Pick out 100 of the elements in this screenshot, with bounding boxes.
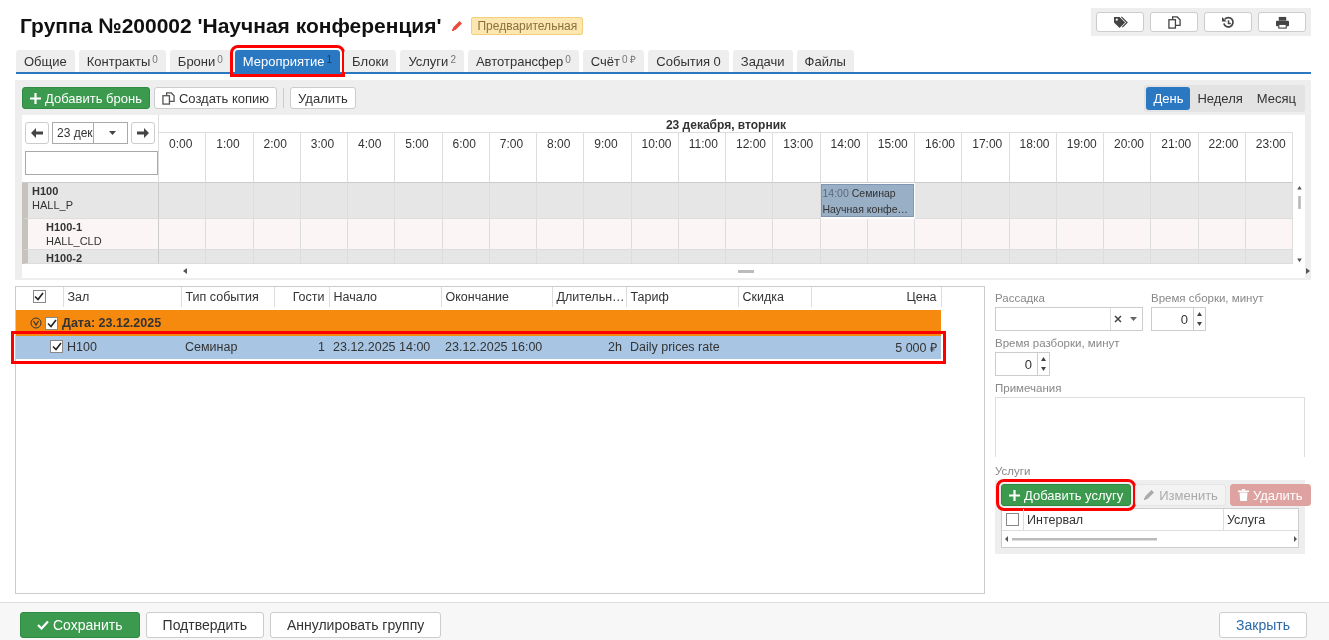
time-slot[interactable] — [1104, 219, 1152, 250]
time-slot[interactable] — [1056, 183, 1104, 219]
time-slot[interactable] — [442, 250, 490, 264]
print-button[interactable] — [1258, 12, 1306, 32]
time-slot[interactable] — [206, 219, 254, 250]
checkbox[interactable] — [45, 316, 58, 330]
copy-button[interactable] — [1150, 12, 1198, 32]
filter-field[interactable] — [25, 151, 158, 175]
time-slot[interactable] — [537, 219, 585, 250]
time-slot[interactable] — [915, 183, 963, 219]
time-slot[interactable] — [348, 250, 396, 264]
time-slot[interactable] — [206, 250, 254, 264]
time-slot[interactable] — [1104, 250, 1152, 264]
checkbox[interactable] — [32, 290, 46, 304]
footer-button[interactable]: Подтвердить — [145, 611, 264, 638]
time-slot[interactable] — [631, 219, 679, 250]
time-slot[interactable] — [678, 250, 726, 264]
time-slot[interactable] — [348, 219, 396, 250]
collapse-icon[interactable] — [30, 317, 42, 330]
checkbox[interactable] — [50, 340, 63, 354]
next-day-button[interactable] — [131, 122, 155, 144]
time-slot[interactable] — [395, 219, 443, 250]
time-slot[interactable] — [489, 183, 537, 219]
time-slot[interactable] — [1245, 219, 1293, 250]
horizontal-scrollbar[interactable] — [182, 267, 1312, 275]
column-header[interactable]: Услуга — [1224, 509, 1298, 530]
spinner-arrows-icon[interactable] — [1040, 355, 1047, 373]
time-slot[interactable] — [1009, 219, 1057, 250]
time-slot[interactable] — [678, 219, 726, 250]
add-booking-button[interactable]: Добавить бронь — [22, 87, 150, 109]
time-slot[interactable] — [1151, 219, 1199, 250]
time-slot[interactable] — [962, 219, 1010, 250]
time-slot[interactable] — [442, 183, 490, 219]
tab[interactable]: Общие — [16, 50, 75, 72]
room-label[interactable]: H100 HALL_P — [22, 183, 159, 219]
column-header[interactable]: Интервал — [1024, 509, 1224, 530]
time-slot[interactable] — [159, 250, 207, 264]
time-slot[interactable] — [1245, 183, 1293, 219]
time-slot[interactable] — [584, 183, 632, 219]
time-slot[interactable] — [206, 183, 254, 219]
time-slot[interactable] — [253, 250, 301, 264]
time-slot[interactable] — [348, 183, 396, 219]
time-slot[interactable] — [631, 250, 679, 264]
time-slot[interactable] — [300, 219, 348, 250]
tab[interactable]: Задачи — [732, 50, 793, 72]
room-label[interactable]: H100-2 — [22, 250, 159, 264]
time-slot[interactable] — [300, 183, 348, 219]
number-field[interactable]: 0 — [995, 352, 1050, 376]
time-slot[interactable] — [1056, 219, 1104, 250]
checkbox[interactable] — [1006, 513, 1019, 526]
time-slot[interactable] — [489, 219, 537, 250]
time-slot[interactable] — [253, 219, 301, 250]
time-slot[interactable] — [1198, 219, 1246, 250]
time-slot[interactable] — [159, 219, 207, 250]
caret-icon[interactable] — [1129, 317, 1137, 321]
time-slot[interactable] — [1198, 250, 1246, 264]
spinner-arrows-icon[interactable] — [1196, 310, 1203, 328]
time-slot[interactable] — [726, 250, 774, 264]
time-slot[interactable] — [726, 183, 774, 219]
vertical-scrollbar[interactable] — [1295, 185, 1303, 264]
time-slot[interactable] — [489, 250, 537, 264]
tab[interactable]: Файлы — [796, 50, 854, 72]
time-slot[interactable] — [915, 250, 963, 264]
notes-field[interactable] — [995, 397, 1305, 457]
tags-button[interactable] — [1096, 12, 1144, 32]
time-slot[interactable] — [1198, 183, 1246, 219]
number-field[interactable]: 0 — [1151, 307, 1206, 331]
history-button[interactable] — [1204, 12, 1252, 32]
event-block[interactable]: 14:00 Семинар Научная конфе… — [820, 184, 914, 217]
time-slot[interactable] — [537, 250, 585, 264]
time-slot[interactable] — [584, 219, 632, 250]
view-tab[interactable]: День — [1146, 86, 1191, 110]
time-slot[interactable] — [395, 250, 443, 264]
delete-button[interactable]: Удалить — [290, 87, 356, 109]
time-slot[interactable] — [773, 183, 821, 219]
copy-button[interactable]: Создать копию — [153, 87, 278, 109]
table-row[interactable]: H100 Семинар 1 23.12.2025 14:00 23.12.2025 16:00 2h Daily prices rate 5 000 ₽ — [16, 336, 941, 359]
time-slot[interactable] — [159, 183, 207, 219]
date-picker[interactable]: 23 дек — [52, 122, 128, 144]
time-slot[interactable] — [773, 250, 821, 264]
save-button[interactable]: Сохранить — [20, 611, 140, 638]
time-slot[interactable] — [395, 183, 443, 219]
time-slot[interactable] — [820, 250, 868, 264]
time-slot[interactable] — [962, 250, 1010, 264]
time-slot[interactable] — [1151, 183, 1199, 219]
time-slot[interactable] — [678, 183, 726, 219]
time-slot[interactable] — [867, 219, 915, 250]
horizontal-scrollbar[interactable] — [1004, 534, 1298, 544]
time-slot[interactable] — [1056, 250, 1104, 264]
time-slot[interactable] — [1009, 183, 1057, 219]
time-slot[interactable] — [962, 183, 1010, 219]
time-slot[interactable] — [253, 183, 301, 219]
view-tab[interactable]: Месяц — [1249, 86, 1303, 110]
time-slot[interactable] — [773, 219, 821, 250]
close-button[interactable]: Закрыть — [1219, 611, 1307, 638]
time-slot[interactable] — [537, 183, 585, 219]
time-slot[interactable] — [584, 250, 632, 264]
time-slot[interactable] — [1104, 183, 1152, 219]
time-slot[interactable] — [867, 250, 915, 264]
time-slot[interactable] — [726, 219, 774, 250]
